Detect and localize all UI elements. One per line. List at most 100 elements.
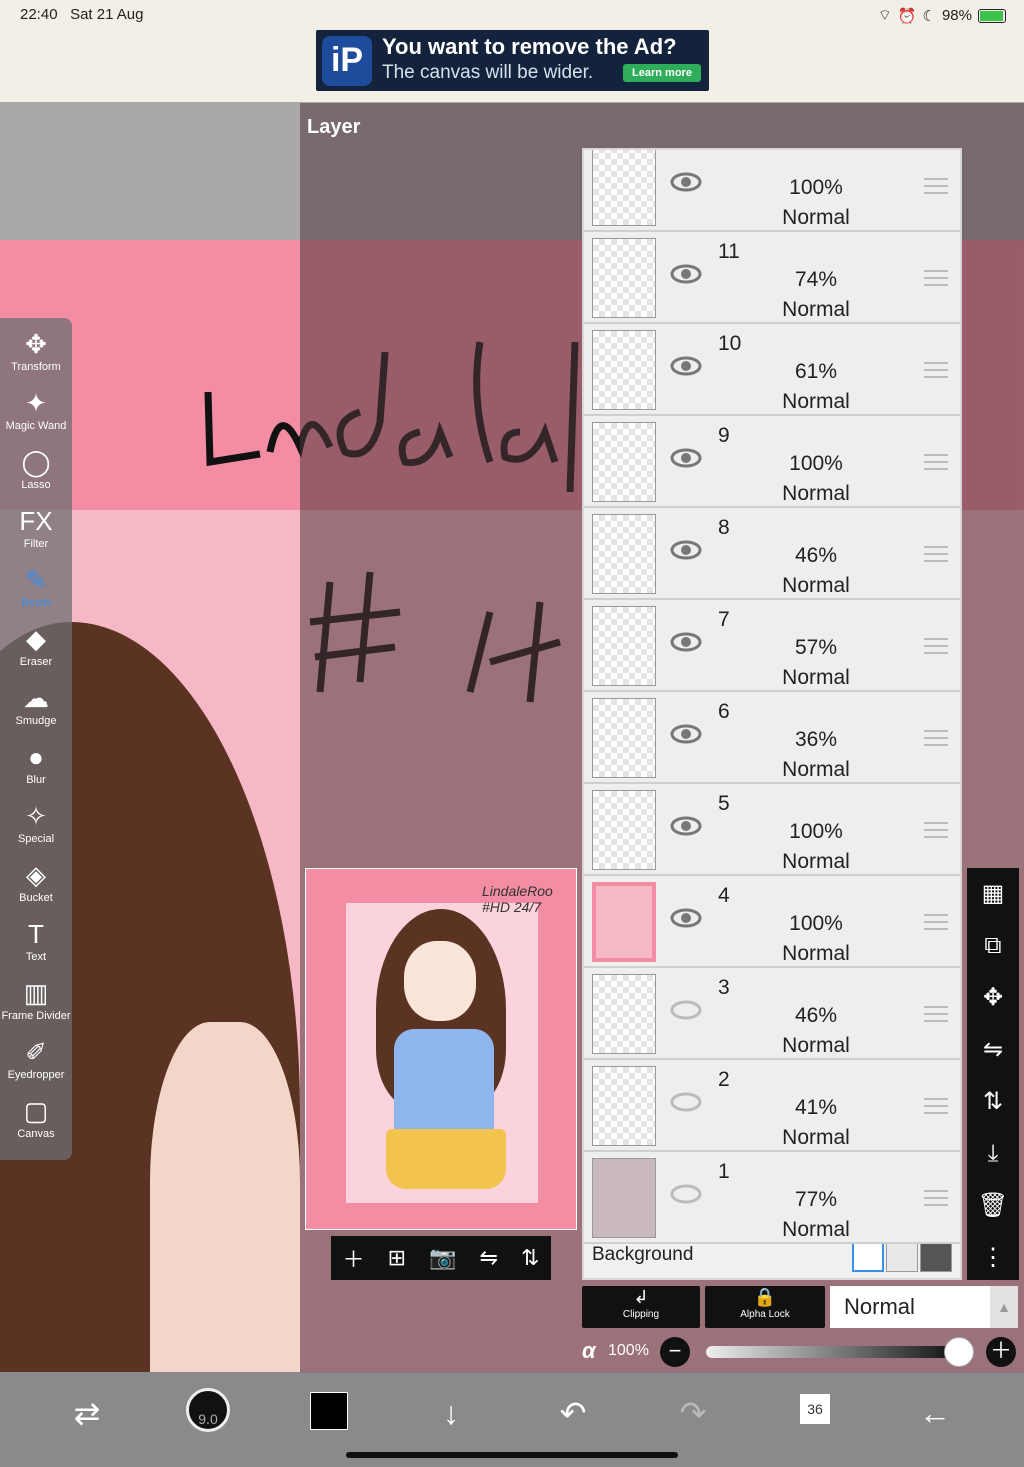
layer-blend-mode: Normal [782,1034,850,1057]
background-transparent-swatch[interactable] [886,1240,918,1272]
tool-label: Smudge [15,715,57,727]
eye-icon[interactable] [670,264,702,284]
layer-list[interactable]: Background 100% Normal 11 74% Normal 10 61% Nor… [582,148,962,1280]
layers-count-button[interactable]: 36 [800,1394,830,1424]
smudge-icon: ☁ [23,683,49,713]
opacity-increase-button[interactable]: ＋ [986,1337,1016,1367]
merge-down-icon[interactable]: ⤓ [967,1128,1019,1180]
tool-eyedropper[interactable]: ✐ Eyedropper [0,1036,72,1094]
layer-number: 1 [718,1160,730,1183]
drag-handle-icon[interactable] [924,362,948,378]
transparency-icon[interactable]: ▦ [967,868,1019,920]
move-layer-icon[interactable]: ✥ [967,972,1019,1024]
layer-row[interactable]: 2 41% Normal [584,1060,960,1152]
chevron-up-icon[interactable]: ▲ [990,1286,1018,1328]
eye-icon[interactable] [670,356,702,376]
layer-row[interactable]: 1 77% Normal [584,1152,960,1244]
drag-handle-icon[interactable] [924,1098,948,1114]
current-color-swatch[interactable] [310,1392,348,1430]
drag-handle-icon[interactable] [924,178,948,194]
eye-icon[interactable] [670,632,702,652]
layer-blend-mode: Normal [782,942,850,965]
drag-handle-icon[interactable] [924,822,948,838]
tool-eraser[interactable]: ◆ Eraser [0,623,72,681]
rotate-icon[interactable]: ⇅ [521,1245,539,1271]
eye-icon[interactable] [670,1000,702,1020]
redo-icon[interactable]: ↷ [668,1388,718,1438]
preview-skirt [386,1129,506,1189]
brush-size-button[interactable]: 9.0 [186,1388,230,1432]
tool-blur[interactable]: ● Blur [0,741,72,799]
text-icon: T [28,919,44,949]
layer-row[interactable]: 11 74% Normal [584,232,960,324]
undo-icon[interactable]: ↶ [548,1388,598,1438]
layer-blend-mode: Normal [782,206,850,229]
eye-icon[interactable] [670,1092,702,1112]
eye-icon[interactable] [670,540,702,560]
drag-handle-icon[interactable] [924,914,948,930]
eye-icon[interactable] [670,908,702,928]
layer-opacity: 74% [794,268,838,291]
tool-special[interactable]: ✧ Special [0,800,72,858]
layer-transform-icon[interactable]: ⧉ [967,920,1019,972]
tool-label: Blur [26,774,46,786]
tool-brush[interactable]: ✎ Brush [0,564,72,622]
drag-handle-icon[interactable] [924,1190,948,1206]
more-icon[interactable]: ⋮ [967,1232,1019,1284]
flip-horizontal-icon[interactable]: ⇋ [967,1024,1019,1076]
tool-lasso[interactable]: ◯ Lasso [0,446,72,504]
tool-smudge[interactable]: ☁ Smudge [0,682,72,740]
layer-row[interactable]: 100% Normal [584,150,960,232]
quick-switch-icon[interactable]: ⇄ [62,1388,112,1438]
move-icon: ✥ [25,329,47,359]
camera-icon[interactable]: 📷 [429,1245,456,1271]
canvas-preview[interactable]: LindaleRoo #HD 24/7 [305,868,577,1230]
status-bar: 22:40 Sat 21 Aug ⌔ ⏰ ☾ 98% iP You want t… [0,0,1024,102]
eye-icon[interactable] [670,448,702,468]
layer-row[interactable]: 5 100% Normal [584,784,960,876]
drag-handle-icon[interactable] [924,546,948,562]
learn-more-button[interactable]: Learn more [623,64,701,82]
background-checker-swatch[interactable] [920,1240,952,1272]
layer-row[interactable]: 8 46% Normal [584,508,960,600]
drag-handle-icon[interactable] [924,730,948,746]
alpha-lock-button[interactable]: 🔒 Alpha Lock [705,1286,825,1328]
flip-icon[interactable]: ⇋ [480,1245,498,1271]
layer-row[interactable]: 6 36% Normal [584,692,960,784]
drag-handle-icon[interactable] [924,270,948,286]
trash-icon[interactable]: 🗑 [967,1180,1019,1232]
ad-banner[interactable]: iP You want to remove the Ad? The canvas… [316,30,709,91]
layer-row[interactable]: 7 57% Normal [584,600,960,692]
clipping-button[interactable]: ↲ Clipping [582,1286,700,1328]
layer-row[interactable]: 10 61% Normal [584,324,960,416]
eye-icon[interactable] [670,172,702,192]
layer-row[interactable]: 3 46% Normal [584,968,960,1060]
tool-text[interactable]: T Text [0,918,72,976]
tool-filter[interactable]: FX Filter [0,505,72,563]
layer-number: 8 [718,516,730,539]
tool-frame-divider[interactable]: ▥ Frame Divider [0,977,72,1035]
layer-row[interactable]: 9 100% Normal [584,416,960,508]
background-white-swatch[interactable] [852,1240,884,1272]
opacity-slider-track[interactable] [706,1346,958,1358]
layer-row[interactable]: 4 100% Normal [584,876,960,968]
layer-opacity: 46% [794,1004,838,1027]
opacity-slider-knob[interactable] [944,1337,974,1367]
opacity-decrease-button[interactable]: − [660,1337,690,1367]
eye-icon[interactable] [670,1184,702,1204]
drag-handle-icon[interactable] [924,454,948,470]
flip-vertical-icon[interactable]: ⇅ [967,1076,1019,1128]
tool-canvas[interactable]: ▢ Canvas [0,1095,72,1153]
blend-mode-select[interactable]: Normal [830,1286,990,1328]
tool-bucket[interactable]: ◈ Bucket [0,859,72,917]
drag-handle-icon[interactable] [924,638,948,654]
eye-icon[interactable] [670,724,702,744]
arrow-down-icon[interactable]: ↓ [426,1388,476,1438]
tool-magic-wand[interactable]: ✦ Magic Wand [0,387,72,445]
tool-transform[interactable]: ✥ Transform [0,328,72,386]
add-special-layer-icon[interactable]: ⊞ [388,1245,406,1271]
drag-handle-icon[interactable] [924,1006,948,1022]
back-arrow-icon[interactable]: ← [910,1388,960,1438]
add-layer-icon[interactable]: ＋ [343,1242,365,1274]
eye-icon[interactable] [670,816,702,836]
